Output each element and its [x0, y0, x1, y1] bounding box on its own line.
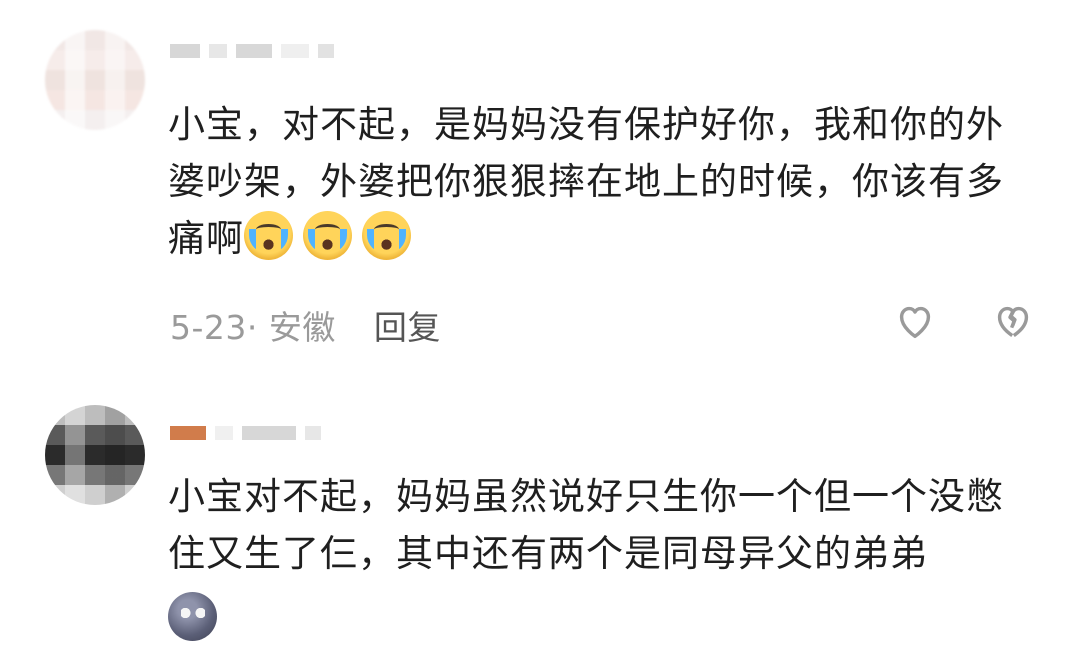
username-blurred[interactable] [170, 424, 321, 442]
comment-text: 小宝，对不起，是妈妈没有保护好你，我和你的外婆吵架，外婆把你狠狠摔在地上的时候，… [168, 96, 1028, 267]
comment-text-content: 小宝对不起，妈妈虽然说好只生你一个但一个没憋住又生了仨，其中还有两个是同母异父的… [168, 475, 1004, 575]
broken-heart-icon[interactable] [990, 298, 1036, 344]
avatar[interactable] [45, 30, 145, 130]
moon-face-icon [168, 592, 217, 641]
crying-face-icon [244, 211, 293, 260]
comment-date-location: 5-23· 安徽 [170, 308, 336, 347]
comment-text-content: 小宝，对不起，是妈妈没有保护好你，我和你的外婆吵架，外婆把你狠狠摔在地上的时候，… [168, 103, 1004, 260]
username-blurred[interactable] [170, 42, 334, 60]
reply-button[interactable]: 回复 [374, 301, 441, 349]
comment-text: 小宝对不起，妈妈虽然说好只生你一个但一个没憋住又生了仨，其中还有两个是同母异父的… [168, 468, 1028, 648]
comment-meta: 5-23· 安徽 回复 [170, 301, 441, 349]
avatar[interactable] [45, 405, 145, 505]
comment-actions [892, 298, 1036, 344]
crying-face-icon [303, 211, 352, 260]
crying-face-icon [362, 211, 411, 260]
heart-outline-icon[interactable] [892, 298, 938, 344]
